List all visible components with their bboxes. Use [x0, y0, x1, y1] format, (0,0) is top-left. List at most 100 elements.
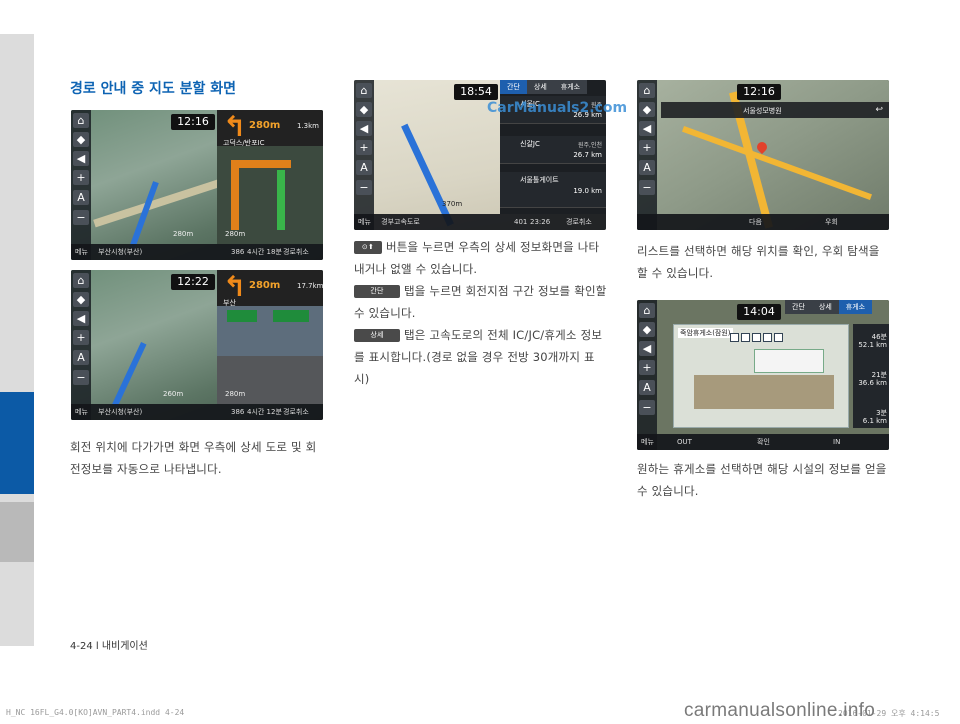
home-icon[interactable]: ⌂: [639, 303, 655, 318]
list-item[interactable]: 서울톨게이트 19.0 km: [500, 172, 606, 208]
home-icon[interactable]: ⌂: [73, 273, 89, 288]
caption-right-bottom: 원하는 휴게소를 선택하면 해당 시설의 정보를 얻을 수 있습니다.: [637, 462, 887, 498]
place-name: 서울성모병원: [743, 107, 782, 115]
current-location: 부산시청(부산): [98, 408, 143, 416]
eta-distance: 401: [514, 218, 528, 226]
zoom-out-icon[interactable]: −: [73, 210, 89, 225]
zoom-out-icon[interactable]: −: [639, 180, 655, 195]
remaining-distance: 280m: [225, 230, 246, 238]
compass-icon[interactable]: ◆: [73, 132, 89, 147]
watermark: CarManuals2.com: [487, 100, 628, 116]
cancel-route-button[interactable]: 경로취소: [283, 244, 309, 260]
tab-simple[interactable]: 간단: [785, 300, 812, 314]
zoom-out-icon[interactable]: −: [73, 370, 89, 385]
facility-icon: [763, 333, 772, 342]
caption-line-simple: 간단 탭을 누르면 회전지점 구간 정보를 확인할 수 있습니다.: [354, 284, 607, 320]
clock: 14:04: [737, 304, 781, 320]
home-icon[interactable]: ⌂: [356, 83, 372, 98]
confirm-button[interactable]: 확인: [757, 434, 770, 450]
menu-button[interactable]: 메뉴: [75, 248, 88, 256]
map-distance: 260m: [163, 390, 184, 398]
next-button[interactable]: 다음: [749, 214, 762, 230]
back-icon[interactable]: ↩: [875, 105, 883, 115]
zoom-in-icon[interactable]: +: [639, 360, 655, 375]
home-icon[interactable]: ⌂: [639, 83, 655, 98]
tab-detail[interactable]: 상세: [811, 300, 839, 314]
section-title: 경로 안내 중 지도 분할 화면: [70, 81, 237, 97]
caption-middle: ⊙⬆ 버튼을 누르면 우측의 상세 정보화면을 나타내거나 없앨 수 있습니다. …: [354, 236, 610, 390]
menu-button[interactable]: 메뉴: [641, 438, 654, 446]
page-number: 4-24 l 내비게이션: [70, 641, 148, 652]
caption-right-top: 리스트를 선택하면 해당 위치를 확인, 우회 탐색을 할 수 있습니다.: [637, 244, 880, 280]
home-icon[interactable]: ⌂: [73, 113, 89, 128]
rest-area-name: 죽암휴게소(잠원): [678, 328, 733, 338]
eta-distance: 386: [231, 408, 245, 416]
bottom-bar: 메뉴 부산시청(부산) 386 4시간 12분 경로취소: [71, 404, 323, 420]
volume-icon[interactable]: ◀: [73, 311, 89, 326]
detail-tab-label: 상세: [354, 329, 400, 342]
route-distance: 370m: [442, 200, 463, 208]
road-sign: [227, 310, 257, 322]
nav-screen-split-1: ⌂ ◆ ◀ + A − 12:16 ↰ 280m 1.3km 고덕스/반포IC …: [71, 110, 323, 260]
cancel-route-button[interactable]: 경로취소: [566, 214, 592, 230]
nav-screen-split-2: ⌂ ◆ ◀ + A − 12:22 ↰ 280m 17.7km 부산 280m …: [71, 270, 323, 420]
volume-icon[interactable]: ◀: [73, 151, 89, 166]
map-sidebar: ⌂ ◆ ◀ + A −: [71, 110, 91, 260]
current-location: 부산시청(부산): [98, 248, 143, 256]
cancel-route-button[interactable]: 경로취소: [283, 404, 309, 420]
caption-line-detail: 상세 탭은 고속도로의 전체 IC/JC/휴게소 정보를 표시합니다.(경로 없을…: [354, 328, 603, 386]
next-distance: 1.3km: [297, 122, 320, 130]
detour-button[interactable]: 우회: [825, 214, 838, 230]
clock: 12:16: [737, 84, 781, 100]
auto-icon[interactable]: A: [639, 160, 655, 175]
auto-icon[interactable]: A: [73, 190, 89, 205]
zoom-in-icon[interactable]: +: [356, 140, 372, 155]
place-header: 서울성모병원 ↩: [661, 102, 889, 118]
turn-distance: 280m: [249, 120, 281, 131]
simple-tab-label: 간단: [354, 285, 400, 298]
list-item[interactable]: 신갈JC 원주,인천 26.7 km: [500, 136, 606, 164]
compass-icon[interactable]: ◆: [639, 322, 655, 337]
tab-simple[interactable]: 간단: [500, 80, 527, 94]
info-tabs: 간단 상세 휴게소: [785, 300, 873, 314]
zoom-in-icon[interactable]: +: [73, 330, 89, 345]
nav-screen-location: ⌂ ◆ ◀ + A − 12:16 서울성모병원 ↩ 다음 우회: [637, 80, 889, 230]
zoom-out-icon[interactable]: −: [356, 180, 372, 195]
menu-button[interactable]: 메뉴: [358, 218, 371, 226]
bottom-bar: 메뉴 부산시청(부산) 386 4시간 18분 경로취소: [71, 244, 323, 260]
tab-rest-area[interactable]: 휴게소: [553, 80, 588, 94]
tab-detail[interactable]: 상세: [526, 80, 554, 94]
tab-rest-area[interactable]: 휴게소: [838, 300, 873, 314]
junction-panel: ↰ 280m 17.7km 부산 280m: [217, 270, 323, 404]
facility-icon: [741, 333, 750, 342]
compass-icon[interactable]: ◆: [356, 102, 372, 117]
volume-icon[interactable]: ◀: [356, 121, 372, 136]
compass-icon[interactable]: ◆: [73, 292, 89, 307]
auto-icon[interactable]: A: [356, 160, 372, 175]
auto-icon[interactable]: A: [639, 380, 655, 395]
clock: 12:22: [171, 274, 215, 290]
bottom-bar: 메뉴 경부고속도로 401 23:26 경로취소: [354, 214, 606, 230]
eta-time: 4시간 18분: [247, 248, 282, 256]
bottom-bar: 메뉴 OUT 확인 IN: [637, 434, 889, 450]
zoom-out-icon[interactable]: −: [639, 400, 655, 415]
zoom-in-icon[interactable]: +: [73, 170, 89, 185]
ic-label: 부산: [223, 299, 236, 307]
chapter-tab: [0, 502, 34, 562]
auto-icon[interactable]: A: [73, 350, 89, 365]
compass-icon[interactable]: ◆: [639, 102, 655, 117]
building: [754, 349, 824, 373]
remaining-distance: 280m: [225, 390, 246, 398]
clock: 12:16: [171, 114, 215, 130]
rest-area-dialog: 죽암휴게소(잠원): [673, 324, 849, 428]
volume-icon[interactable]: ◀: [639, 341, 655, 356]
bottom-bar: 다음 우회: [637, 214, 889, 230]
volume-icon[interactable]: ◀: [639, 121, 655, 136]
in-label: IN: [833, 438, 841, 446]
turn-panel: ↰ 280m 1.3km 고덕스/반포IC 280m: [217, 110, 323, 244]
eta-distance: 386: [231, 248, 245, 256]
zoom-in-icon[interactable]: +: [639, 140, 655, 155]
menu-button[interactable]: 메뉴: [75, 408, 88, 416]
info-tabs: 간단 상세 휴게소: [500, 80, 588, 94]
lane-green: [277, 170, 285, 230]
